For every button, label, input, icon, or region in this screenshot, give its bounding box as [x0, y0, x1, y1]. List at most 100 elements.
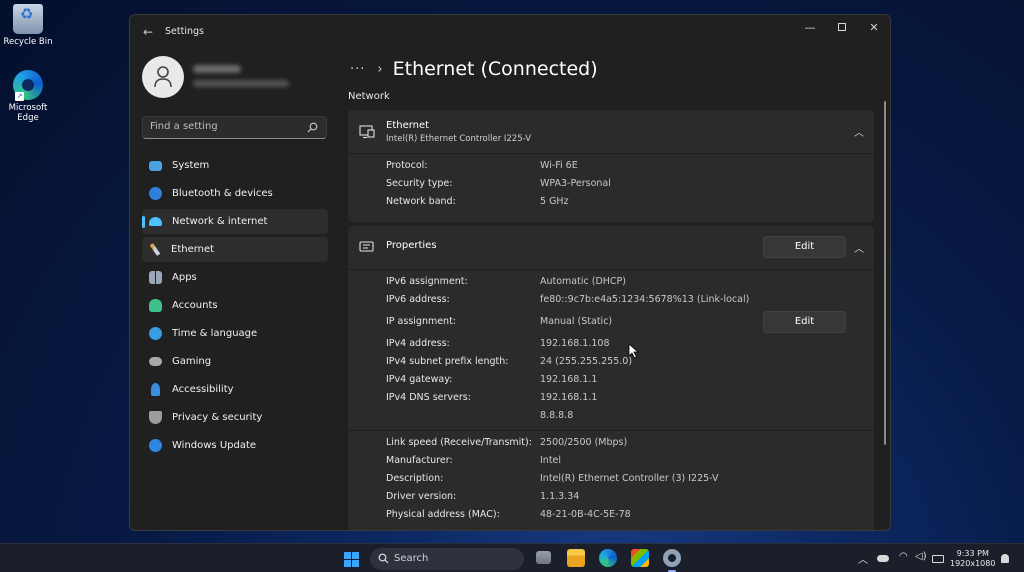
- breadcrumb-overflow-button[interactable]: ···: [350, 62, 365, 77]
- apps-icon: [149, 271, 162, 284]
- properties-icon: [359, 241, 374, 252]
- avatar: [142, 56, 184, 98]
- title-bar[interactable]: ← Settings — ✕: [130, 15, 890, 49]
- row-value: 192.168.1.108: [540, 338, 610, 349]
- globe-clock-icon: [149, 327, 162, 340]
- minimize-button[interactable]: —: [794, 15, 826, 39]
- sidebar-item-label: Ethernet: [171, 244, 215, 255]
- wifi-icon[interactable]: ◠: [899, 551, 908, 562]
- search-input[interactable]: [150, 121, 300, 132]
- properties-title: Properties: [386, 240, 437, 251]
- close-button[interactable]: ✕: [858, 15, 890, 39]
- row-label: Protocol:: [386, 160, 428, 171]
- bluetooth-icon: [149, 187, 162, 200]
- taskbar-search-label: Search: [394, 553, 429, 564]
- person-icon: [149, 299, 162, 312]
- sidebar-item-label: Accounts: [172, 300, 218, 311]
- start-button[interactable]: [344, 552, 359, 567]
- sidebar-item-label: Time & language: [172, 328, 258, 339]
- sidebar-item-label: Gaming: [172, 356, 212, 367]
- divider: [348, 430, 874, 431]
- row-label: Description:: [386, 473, 444, 484]
- row-value: Intel(R) Ethernet Controller (3) I225-V: [540, 473, 719, 484]
- edit-properties-button[interactable]: Edit: [763, 236, 846, 258]
- sidebar-item-accounts[interactable]: Accounts: [142, 293, 328, 318]
- sidebar-item-apps[interactable]: Apps: [142, 265, 328, 290]
- task-view-icon[interactable]: [536, 551, 551, 564]
- brush-icon: [149, 243, 161, 256]
- sidebar-item-time-language[interactable]: Time & language: [142, 321, 328, 346]
- edge-desktop-icon[interactable]: ↗ Microsoft Edge: [0, 70, 56, 123]
- row-label: Driver version:: [386, 491, 457, 502]
- volume-icon[interactable]: ◁): [915, 551, 927, 562]
- cloud-icon[interactable]: [877, 555, 889, 562]
- sidebar-item-system[interactable]: System: [142, 153, 328, 178]
- recycle-bin-label: Recycle Bin: [3, 37, 53, 47]
- user-profile[interactable]: [142, 56, 332, 100]
- row-label: Physical address (MAC):: [386, 509, 500, 520]
- properties-card: Properties Edit ︿ IPv6 assignment: Autom…: [348, 226, 874, 530]
- edge-icon[interactable]: [599, 549, 617, 567]
- row-value: 2500/2500 (Mbps): [540, 437, 628, 448]
- adapter-description: Intel(R) Ethernet Controller I225-V: [386, 134, 532, 144]
- page-title: Ethernet (Connected): [392, 58, 598, 80]
- chevron-up-tray-icon[interactable]: ︿: [858, 551, 868, 566]
- mouse-cursor-icon: [628, 343, 640, 359]
- recycle-bin-icon: [13, 4, 43, 34]
- taskbar-search[interactable]: Search: [370, 548, 524, 570]
- settings-window: ← Settings — ✕ System: [129, 14, 891, 531]
- file-explorer-icon[interactable]: [567, 549, 585, 567]
- ethernet-card-header[interactable]: Ethernet Intel(R) Ethernet Controller I2…: [348, 110, 874, 154]
- find-setting-search[interactable]: [142, 116, 327, 139]
- recycle-bin-desktop-icon[interactable]: Recycle Bin: [0, 4, 56, 47]
- windows-logo-icon: [344, 552, 351, 559]
- search-icon: [378, 553, 389, 564]
- adapter-name: Ethernet: [386, 120, 430, 131]
- shortcut-arrow-icon: ↗: [15, 92, 24, 101]
- row-value: Wi-Fi 6E: [540, 160, 578, 171]
- store-icon[interactable]: [631, 549, 649, 567]
- row-label: IPv6 assignment:: [386, 276, 468, 287]
- window-title: Settings: [165, 26, 204, 37]
- sidebar-item-gaming[interactable]: Gaming: [142, 349, 328, 374]
- maximize-button[interactable]: [826, 15, 858, 39]
- battery-icon[interactable]: [932, 555, 944, 563]
- chevron-up-icon[interactable]: ︿: [854, 124, 864, 139]
- sidebar-item-network[interactable]: Network & internet: [142, 209, 328, 234]
- row-label: IPv6 address:: [386, 294, 450, 305]
- sidebar-item-bluetooth[interactable]: Bluetooth & devices: [142, 181, 328, 206]
- notification-bell-icon[interactable]: [1001, 554, 1009, 563]
- search-icon[interactable]: [307, 122, 318, 133]
- clock[interactable]: 9:33 PM 1920x1080: [950, 549, 995, 569]
- row-value: 8.8.8.8: [540, 410, 574, 421]
- row-label: IP assignment:: [386, 316, 457, 327]
- back-arrow-icon[interactable]: ←: [140, 24, 156, 40]
- selection-indicator: [142, 216, 145, 228]
- row-value: Automatic (DHCP): [540, 276, 626, 287]
- sidebar-item-ethernet[interactable]: Ethernet: [142, 237, 328, 262]
- gamepad-icon: [149, 357, 162, 366]
- settings-gear-icon[interactable]: [663, 549, 681, 572]
- row-label: IPv4 gateway:: [386, 374, 453, 385]
- scrollbar[interactable]: [884, 101, 886, 445]
- blurred-user-email: [193, 80, 289, 87]
- sidebar-item-label: Bluetooth & devices: [172, 188, 273, 199]
- sidebar-item-accessibility[interactable]: Accessibility: [142, 377, 328, 402]
- row-value: fe80::9c7b:e4a5:1234:5678%13 (Link-local…: [540, 294, 750, 305]
- accessibility-icon: [151, 383, 160, 396]
- edit-ip-assignment-button[interactable]: Edit: [763, 311, 846, 333]
- sidebar-item-windows-update[interactable]: Windows Update: [142, 433, 328, 458]
- sidebar-item-label: Accessibility: [172, 384, 234, 395]
- clock-time: 9:33 PM: [956, 549, 989, 558]
- maximize-icon: [838, 23, 846, 31]
- row-value: 192.168.1.1: [540, 392, 598, 403]
- row-label: Link speed (Receive/Transmit):: [386, 437, 532, 448]
- sidebar-item-privacy[interactable]: Privacy & security: [142, 405, 328, 430]
- sidebar-item-label: Privacy & security: [172, 412, 263, 423]
- sidebar-item-label: Network & internet: [172, 216, 268, 227]
- edge-icon: ↗: [13, 70, 43, 101]
- chevron-up-icon[interactable]: ︿: [854, 240, 864, 255]
- blurred-user-name: [193, 65, 241, 73]
- sidebar-nav: System Bluetooth & devices Network & int…: [142, 153, 328, 461]
- properties-card-header[interactable]: Properties Edit ︿: [348, 226, 874, 270]
